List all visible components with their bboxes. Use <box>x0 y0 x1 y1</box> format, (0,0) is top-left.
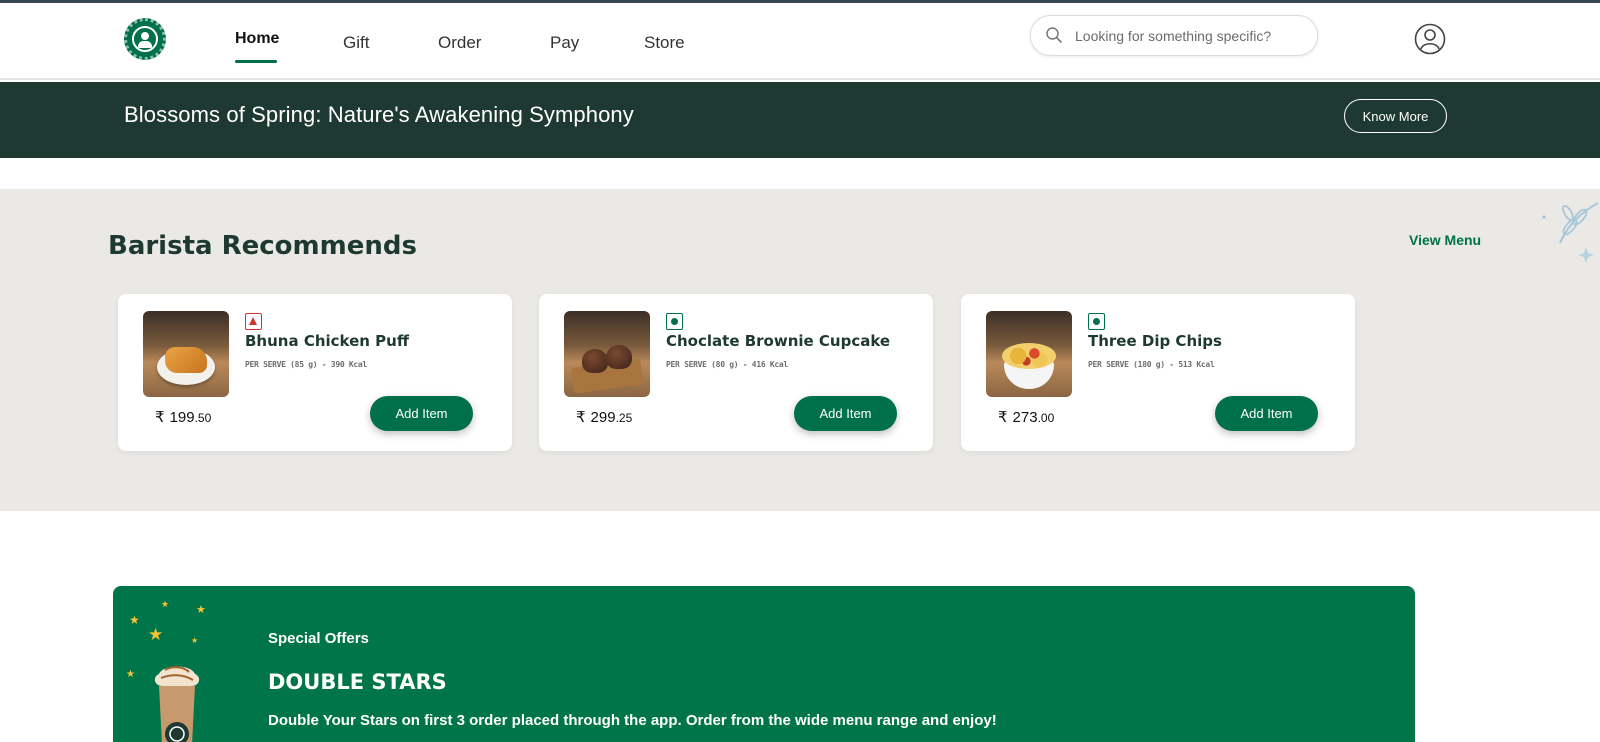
nav-item-store[interactable]: Store <box>644 33 685 53</box>
non-veg-icon <box>245 313 262 330</box>
product-price: ₹299.25 <box>576 408 632 426</box>
product-price: ₹273.00 <box>998 408 1054 426</box>
user-account-icon[interactable] <box>1414 23 1446 55</box>
product-image <box>986 311 1072 397</box>
product-name: Choclate Brownie Cupcake <box>666 332 891 350</box>
chicken-puff <box>165 347 207 373</box>
star-icon: ★ <box>191 636 199 645</box>
product-serving-info: PER SERVE (85 g) - 390 Kcal <box>245 360 367 369</box>
product-card: Choclate Brownie Cupcake PER SERVE (80 g… <box>539 294 933 451</box>
star-icon: ★ <box>161 599 170 609</box>
site-header: Home Gift Order Pay Store <box>0 3 1600 80</box>
add-item-button[interactable]: Add Item <box>1215 396 1318 431</box>
section-title: Barista Recommends <box>108 231 417 261</box>
frappuccino-drink-image <box>154 666 200 742</box>
search-icon <box>1046 27 1062 43</box>
star-icon: ★ <box>129 613 140 627</box>
price-decimal: .50 <box>194 411 212 425</box>
currency-symbol: ₹ <box>576 409 586 426</box>
search-bar[interactable] <box>1030 15 1318 56</box>
barista-recommends-section: Barista Recommends View Menu Bhuna Chick… <box>0 189 1600 511</box>
veg-icon <box>666 313 683 330</box>
chips <box>1002 343 1056 369</box>
star-icon: ★ <box>196 604 206 616</box>
product-card: Bhuna Chicken Puff PER SERVE (85 g) - 39… <box>118 294 512 451</box>
star-icon: ★ <box>148 625 164 644</box>
nav-active-indicator <box>235 60 277 63</box>
star-icon: ★ <box>126 669 135 680</box>
price-decimal: .25 <box>615 411 633 425</box>
price-whole: 273 <box>1012 409 1038 426</box>
add-item-button[interactable]: Add Item <box>794 396 897 431</box>
nav-item-home[interactable]: Home <box>235 30 279 48</box>
search-input[interactable] <box>1075 24 1305 48</box>
product-name: Bhuna Chicken Puff <box>245 332 410 350</box>
product-serving-info: PER SERVE (180 g) - 513 Kcal <box>1088 360 1215 369</box>
product-name: Three Dip Chips <box>1088 332 1222 350</box>
view-menu-link[interactable]: View Menu <box>1409 232 1481 248</box>
add-item-button[interactable]: Add Item <box>370 396 473 431</box>
promo-banner: Blossoms of Spring: Nature's Awakening S… <box>0 82 1600 158</box>
cupcake <box>582 349 608 373</box>
product-image <box>564 311 650 397</box>
logo-siren <box>132 26 158 52</box>
nav-item-order[interactable]: Order <box>438 33 481 53</box>
currency-symbol: ₹ <box>998 409 1008 426</box>
product-image <box>143 311 229 397</box>
special-offers-panel: ★ ★ ★ ★ ★ ★ Special Offers DOUBLE STARS … <box>113 586 1415 742</box>
product-card: Three Dip Chips PER SERVE (180 g) - 513 … <box>961 294 1355 451</box>
starbucks-logo-icon[interactable] <box>124 18 166 60</box>
offer-description: Double Your Stars on first 3 order place… <box>268 712 997 729</box>
nav-item-pay[interactable]: Pay <box>550 33 579 53</box>
offer-title: DOUBLE STARS <box>268 670 447 694</box>
leaf-sparkle-decoration <box>1542 202 1599 263</box>
product-price: ₹199.50 <box>155 408 211 426</box>
nav-item-gift[interactable]: Gift <box>343 33 369 53</box>
offer-label: Special Offers <box>268 630 369 647</box>
price-decimal: .00 <box>1037 411 1055 425</box>
banner-title: Blossoms of Spring: Nature's Awakening S… <box>124 102 634 127</box>
veg-icon <box>1088 313 1105 330</box>
cupcake <box>606 345 632 369</box>
currency-symbol: ₹ <box>155 409 165 426</box>
know-more-button[interactable]: Know More <box>1344 99 1447 133</box>
price-whole: 299 <box>590 409 616 426</box>
price-whole: 199 <box>169 409 195 426</box>
product-serving-info: PER SERVE (80 g) - 416 Kcal <box>666 360 788 369</box>
